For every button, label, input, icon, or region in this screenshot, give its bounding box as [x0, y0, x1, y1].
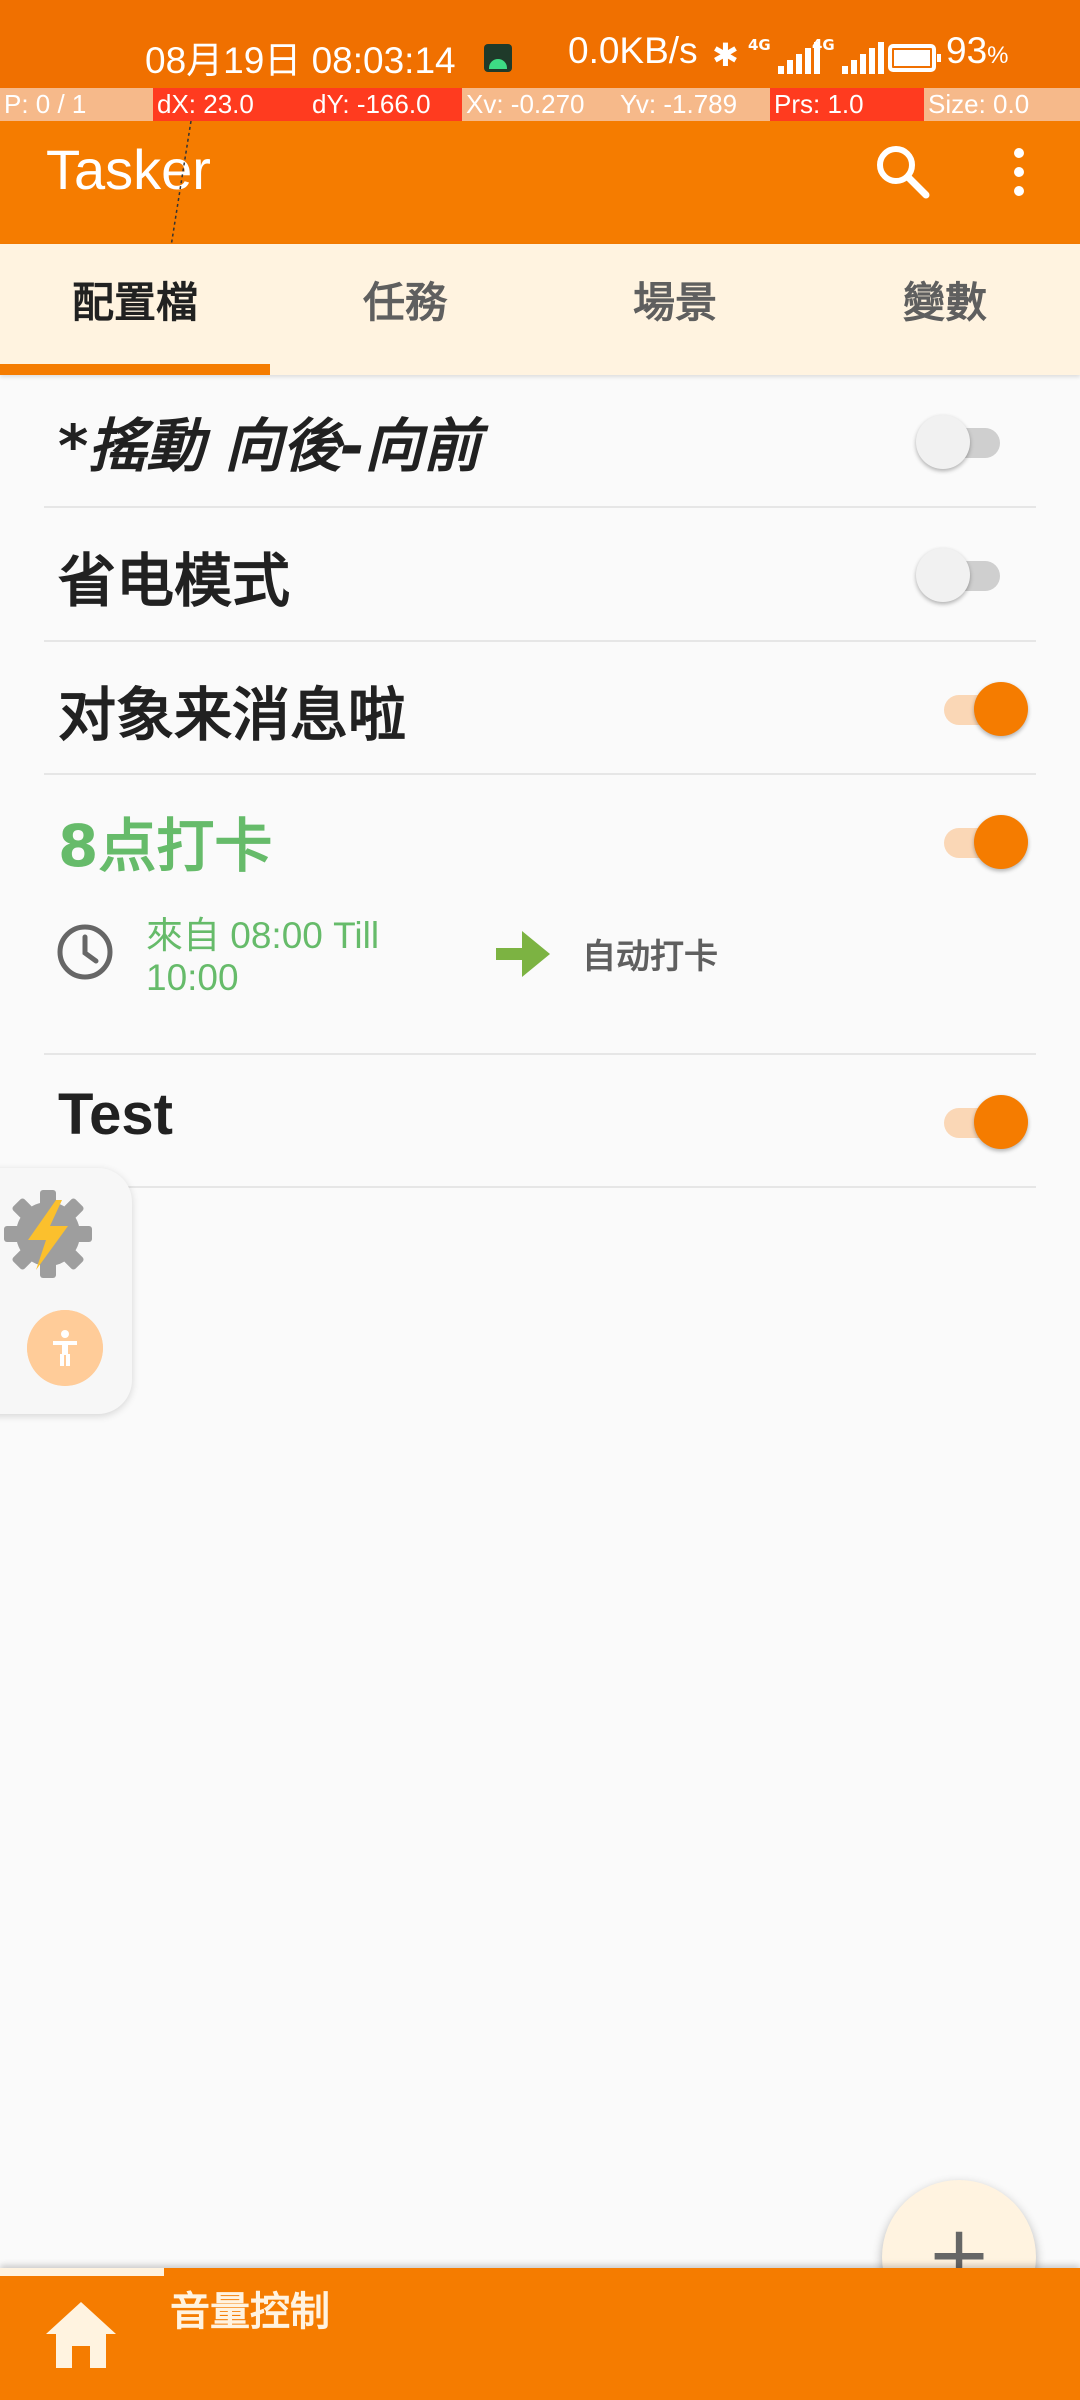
pointer-xv: Xv: -0.270 [462, 88, 616, 121]
profile-toggle[interactable] [938, 1094, 1028, 1150]
profile-toggle[interactable] [938, 681, 1028, 737]
tab-scenes[interactable]: 場景 [540, 244, 810, 375]
pointer-dx: dX: 23.0 [153, 88, 308, 121]
profile-name: 省电模式 [58, 547, 291, 615]
profile-row[interactable]: *搖動 向後-向前 [44, 375, 1036, 508]
profile-row[interactable]: Test [44, 1055, 1036, 1188]
tab-tasks[interactable]: 任務 [270, 244, 540, 375]
profile-name: 对象来消息啦 [58, 681, 407, 749]
tab-indicator [0, 364, 270, 375]
profile-name: *搖動 向後-向前 [58, 412, 481, 480]
project-indicator [0, 2268, 164, 2276]
app-bar: Tasker [0, 121, 1080, 244]
profile-row[interactable]: 对象来消息啦 [44, 642, 1036, 775]
profile-row-expanded[interactable]: 8点打卡 來自 08:00 Till 10:00 自动打卡 [44, 775, 1036, 1055]
project-tab-volume-control[interactable]: 音量控制 [170, 2288, 330, 2336]
arrow-right-icon [496, 931, 550, 977]
profile-toggle[interactable] [938, 814, 1028, 870]
pointer-size: Size: 0.0 [924, 88, 1080, 121]
more-vert-icon[interactable] [990, 139, 1040, 205]
profile-name: Test [58, 1082, 173, 1147]
pointer-dy: dY: -166.0 [308, 88, 462, 121]
pointer-count: P: 0 / 1 [0, 88, 153, 121]
bottom-project-bar: 音量控制 [0, 2268, 1080, 2400]
home-icon[interactable] [44, 2300, 118, 2370]
linked-task-name[interactable]: 自动打卡 [582, 929, 718, 978]
pointer-trace [168, 121, 192, 260]
profile-toggle[interactable] [916, 547, 1006, 603]
status-datetime: 08月19日 08:03:14 [145, 40, 456, 81]
signal-icon: 4G [748, 36, 820, 76]
profile-row[interactable]: 省电模式 [44, 508, 1036, 642]
accessibility-icon[interactable] [27, 1310, 103, 1386]
tasker-gear-icon[interactable] [0, 1186, 96, 1282]
search-icon[interactable] [870, 139, 936, 205]
tab-profiles[interactable]: 配置檔 [0, 244, 270, 375]
profile-context[interactable]: 來自 08:00 Till 10:00 自动打卡 [44, 895, 1036, 1035]
pointer-location-overlay: P: 0 / 1 dX: 23.0 dY: -166.0 Xv: -0.270 … [0, 88, 1080, 121]
bluetooth-icon: ✱ [712, 36, 739, 74]
tab-bar: 配置檔 任務 場景 變數 [0, 244, 1080, 375]
battery-icon [888, 44, 941, 72]
floating-side-panel[interactable] [0, 1168, 132, 1414]
context-time-range: 來自 08:00 Till 10:00 [146, 915, 380, 998]
terminal-notification-icon [484, 44, 512, 72]
status-bar: 08月19日 08:03:14 0.0KB/s ✱ 4G 4G 93% [0, 0, 1080, 88]
pointer-yv: Yv: -1.789 [616, 88, 770, 121]
pointer-pressure: Prs: 1.0 [770, 88, 924, 121]
tab-variables[interactable]: 變數 [810, 244, 1080, 375]
battery-percent: 93% [946, 30, 1009, 71]
signal-icon-2: 4G [812, 36, 884, 76]
clock-icon [57, 924, 113, 980]
profile-toggle[interactable] [916, 414, 1006, 470]
profile-name: 8点打卡 [58, 812, 273, 880]
network-speed: 0.0KB/s [568, 30, 698, 71]
